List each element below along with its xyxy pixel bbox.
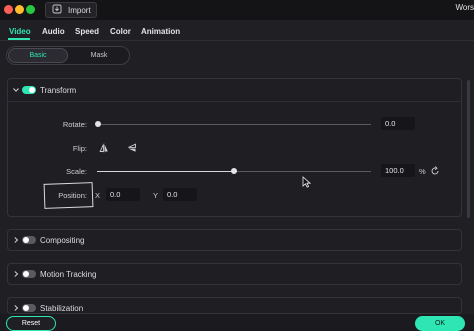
- close-window-button[interactable]: [4, 5, 13, 14]
- import-label: Import: [68, 5, 91, 15]
- ok-button[interactable]: OK: [415, 316, 465, 331]
- window-titlebar: Import Wors: [0, 0, 474, 20]
- basic-mask-switch: Basic Mask: [6, 46, 130, 65]
- scale-value-field[interactable]: 100.0: [381, 164, 415, 177]
- chevron-down-icon[interactable]: [12, 86, 20, 96]
- mouse-cursor-icon: [302, 176, 312, 190]
- tab-audio[interactable]: Audio: [42, 27, 65, 36]
- reset-button[interactable]: Reset: [6, 316, 56, 331]
- position-y-field[interactable]: 0.0: [163, 188, 197, 201]
- tabs-divider: [0, 40, 474, 41]
- position-x-label: X: [95, 191, 101, 200]
- scale-label: Scale:: [66, 167, 87, 176]
- rotate-slider-thumb[interactable]: [95, 121, 101, 127]
- tab-video[interactable]: Video: [9, 27, 31, 36]
- transform-toggle[interactable]: [22, 86, 36, 94]
- compositing-label: Compositing: [40, 236, 85, 245]
- rotate-label: Rotate:: [62, 120, 87, 129]
- stabilization-label: Stabilization: [40, 304, 84, 313]
- scale-slider-thumb[interactable]: [231, 168, 237, 174]
- rotate-slider-track[interactable]: [97, 124, 371, 125]
- position-annotation-box: [43, 182, 94, 209]
- scale-unit: %: [419, 167, 426, 176]
- compositing-toggle[interactable]: [22, 236, 36, 244]
- stabilization-toggle[interactable]: [22, 304, 36, 312]
- import-icon: [52, 4, 62, 16]
- minimize-window-button[interactable]: [15, 5, 24, 14]
- scale-slider-fill: [97, 171, 234, 172]
- position-x-field[interactable]: 0.0: [106, 188, 140, 201]
- segment-basic[interactable]: Basic: [8, 48, 68, 63]
- tab-color[interactable]: Color: [110, 27, 131, 36]
- panel-header-divider: [7, 101, 462, 102]
- window-title: Wors: [455, 3, 474, 12]
- tab-animation[interactable]: Animation: [141, 27, 180, 36]
- panel-scrollbar[interactable]: [467, 80, 470, 218]
- motion-tracking-label: Motion Tracking: [40, 270, 97, 279]
- reset-icon[interactable]: [430, 166, 440, 176]
- import-button[interactable]: Import: [45, 2, 97, 18]
- chevron-right-icon[interactable]: [12, 270, 20, 280]
- rotate-value-field[interactable]: 0.0: [381, 117, 415, 130]
- footer-bar: [0, 314, 474, 331]
- transform-title: Transform: [40, 86, 77, 95]
- segment-mask[interactable]: Mask: [69, 48, 129, 63]
- chevron-right-icon[interactable]: [12, 236, 20, 246]
- flip-label: Flip:: [72, 144, 87, 153]
- chevron-right-icon[interactable]: [12, 304, 20, 314]
- flip-horizontal-icon[interactable]: [99, 143, 109, 153]
- position-y-label: Y: [153, 191, 159, 200]
- flip-vertical-icon[interactable]: [127, 143, 137, 153]
- motion-tracking-toggle[interactable]: [22, 270, 36, 278]
- maximize-window-button[interactable]: [26, 5, 35, 14]
- tab-speed[interactable]: Speed: [75, 27, 99, 36]
